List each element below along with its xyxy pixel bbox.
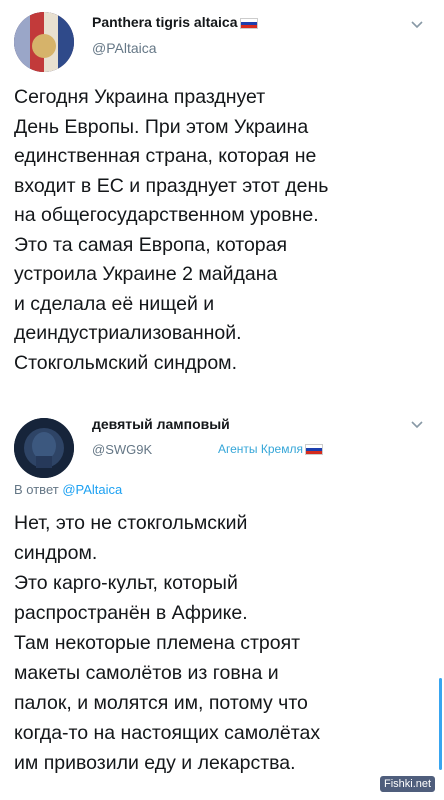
author-avatar[interactable]: [14, 418, 74, 478]
chevron-down-icon[interactable]: [410, 418, 424, 432]
author-handle[interactable]: @SWG9K: [92, 442, 152, 457]
reply-prefix: В ответ: [14, 482, 59, 497]
reply-to-line: В ответ @PAltaica: [14, 482, 122, 497]
author-name-text[interactable]: Panthera tigris altaica: [92, 14, 238, 30]
russia-flag-icon: [304, 444, 323, 456]
tweet-reply: девятый ламповый @SWG9K Агенты Кремля В …: [0, 410, 444, 800]
tweet-text: Сегодня Украина празднует День Европы. П…: [14, 86, 329, 374]
chevron-down-icon[interactable]: [410, 18, 424, 32]
russia-flag-icon: [239, 17, 258, 29]
author-name[interactable]: Panthera tigris altaica: [92, 14, 258, 30]
author-handle[interactable]: @PAltaica: [92, 40, 157, 56]
reply-mention-link[interactable]: @PAltaica: [62, 482, 122, 497]
tag-label: Агенты Кремля: [218, 442, 323, 456]
watermark: Fishki.net: [380, 776, 436, 792]
tweet-text: Нет, это не стокгольмский синдром. Это к…: [14, 512, 321, 774]
author-name[interactable]: девятый ламповый: [92, 416, 230, 432]
tag-text: Агенты Кремля: [218, 442, 303, 456]
scrollbar[interactable]: [439, 678, 442, 770]
author-avatar[interactable]: [14, 12, 74, 72]
tweet-original: Panthera tigris altaica @PAltaica Сегодн…: [0, 0, 444, 410]
